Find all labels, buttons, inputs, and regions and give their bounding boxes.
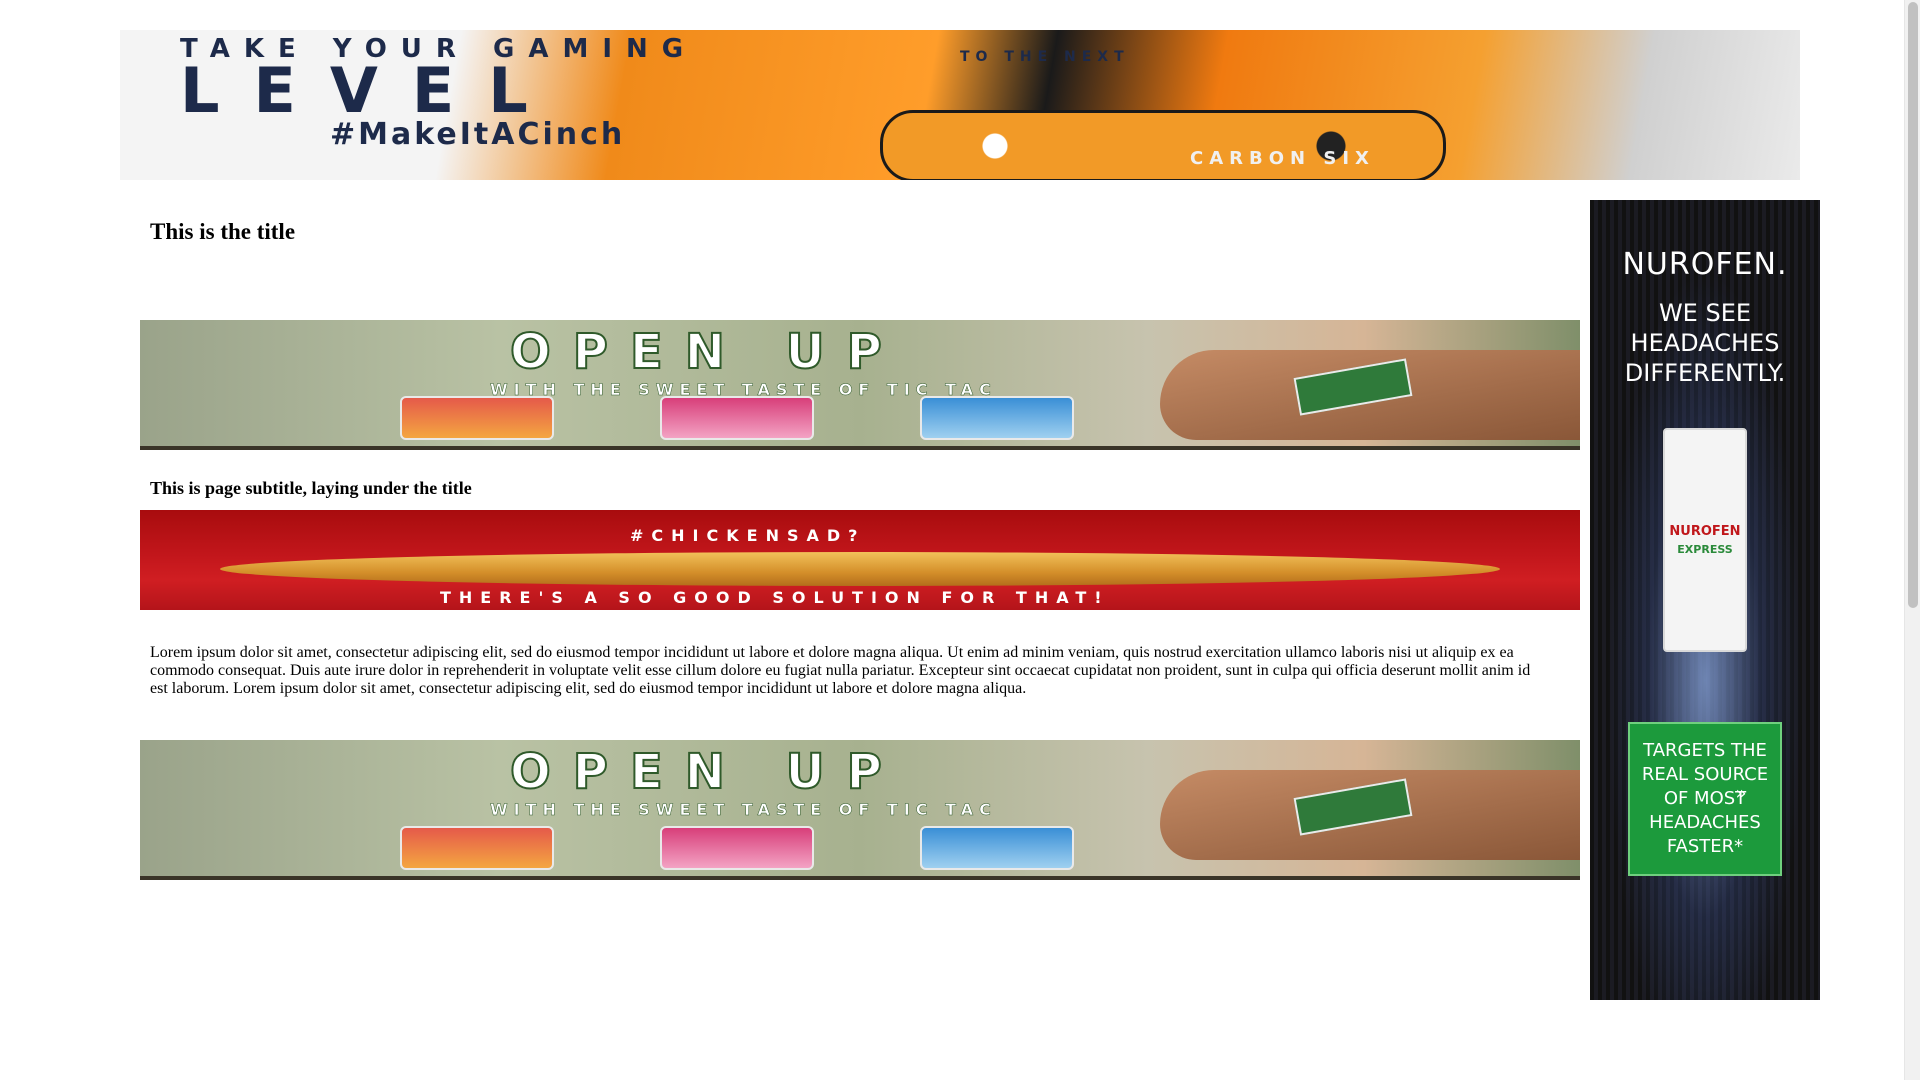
chicken-ad-hashtag: #CHICKENSAD?	[630, 526, 866, 545]
tictac-pack-icon	[660, 396, 814, 440]
tictac-pack-icon	[400, 396, 554, 440]
nurofen-ad-slogan: WE SEE HEADACHES DIFFERENTLY.	[1624, 299, 1786, 387]
tictac-ad-subline: WITH THE SWEET TASTE OF TIC TAC	[490, 800, 997, 819]
nurofen-ad-brand: NUROFEN.	[1622, 247, 1788, 282]
gaming-ad-headline-big: LEVEL	[180, 54, 562, 127]
gaming-ad-brand: CARBON SIX	[1190, 148, 1375, 169]
tictac-ad-headline: OPEN UP	[509, 324, 904, 380]
tictac-ad-headline: OPEN UP	[509, 744, 904, 800]
chicken-banner-ad[interactable]: #CHICKENSAD? THERE'S A SO GOOD SOLUTION …	[140, 510, 1580, 610]
nurofen-skyscraper-ad[interactable]: NUROFEN. WE SEE HEADACHES DIFFERENTLY. N…	[1590, 200, 1820, 1000]
gaming-banner-ad[interactable]: TAKE YOUR GAMING LEVEL TO THE NEXT #Make…	[120, 30, 1800, 180]
scrollbar-thumb[interactable]	[1908, 2, 1918, 608]
nurofen-cta-button[interactable]: TARGETS THE REAL SOURCE OF MOST HEADACHE…	[1628, 722, 1782, 876]
tictac-pack-icon	[920, 826, 1074, 870]
tictac-banner-ad-top[interactable]: OPEN UP WITH THE SWEET TASTE OF TIC TAC	[140, 320, 1580, 450]
nurofen-pack-name: NUROFEN	[1669, 524, 1741, 539]
tictac-pack-icon	[660, 826, 814, 870]
gamepad-icon	[880, 110, 1446, 180]
body-paragraph: Lorem ipsum dolor sit amet, consectetur …	[150, 644, 1531, 697]
gaming-ad-hashtag: #MakeItACinch	[330, 117, 626, 152]
chicken-stick-image	[220, 552, 1500, 586]
nurofen-pack-image: NUROFEN EXPRESS	[1663, 428, 1747, 652]
gaming-ad-to-next: TO THE NEXT	[960, 49, 1130, 65]
vertical-scrollbar[interactable]	[1904, 0, 1920, 1080]
tictac-pack-icon	[400, 826, 554, 870]
chicken-ad-line: THERE'S A SO GOOD SOLUTION FOR THAT!	[440, 588, 1110, 607]
page-title: This is the title	[150, 219, 296, 244]
tictac-pack-icon	[920, 396, 1074, 440]
page-subtitle: This is page subtitle, laying under the …	[150, 478, 472, 498]
tictac-banner-ad-bottom[interactable]: OPEN UP WITH THE SWEET TASTE OF TIC TAC	[140, 740, 1580, 880]
chevron-right-icon: »	[1735, 783, 1747, 804]
nurofen-pack-sub: EXPRESS	[1677, 543, 1733, 556]
